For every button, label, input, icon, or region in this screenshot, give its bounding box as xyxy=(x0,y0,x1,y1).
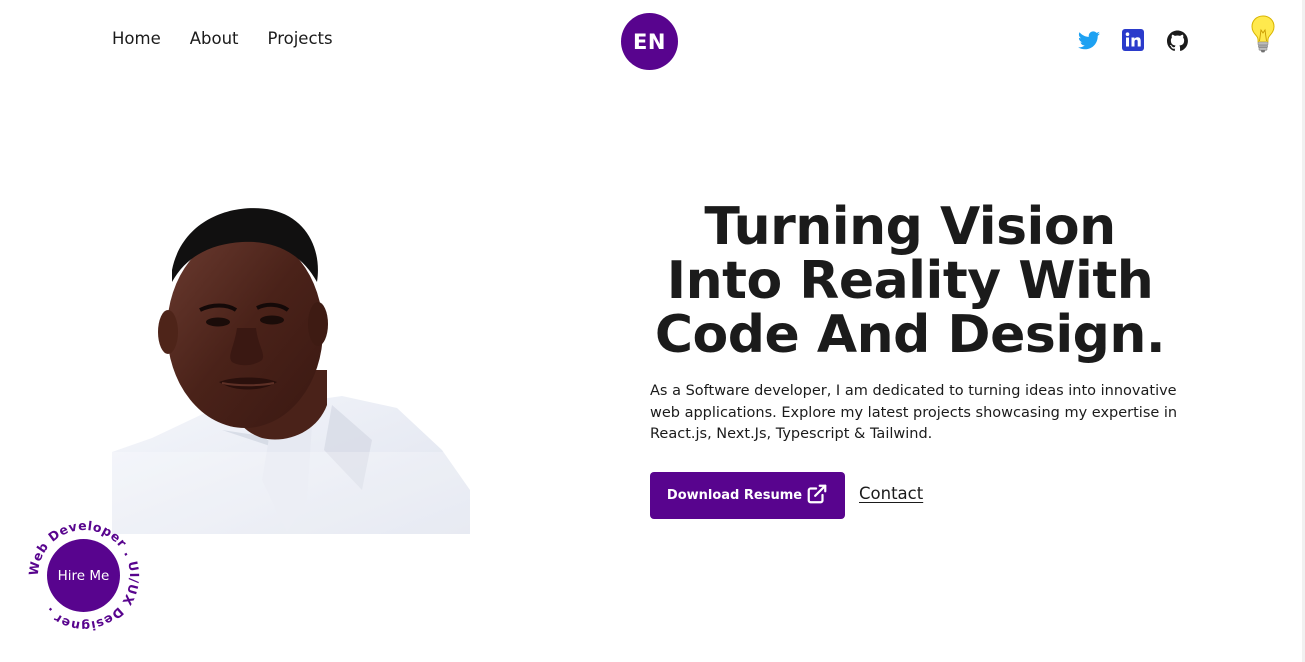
hero-headline-line-2: Into Reality With xyxy=(666,251,1154,311)
nav-projects-link[interactable]: Projects xyxy=(268,28,333,50)
external-link-icon xyxy=(806,483,828,509)
download-resume-label: Download Resume xyxy=(666,488,803,503)
hire-me-button[interactable]: Hire Me xyxy=(47,539,120,612)
hero-headline-line-1: Turning Vision xyxy=(704,197,1116,257)
linkedin-icon[interactable] xyxy=(1122,29,1144,51)
nav-about-link[interactable]: About xyxy=(190,28,239,50)
lightbulb-icon[interactable] xyxy=(1249,14,1277,54)
profile-photo xyxy=(112,200,470,534)
download-resume-button[interactable]: Download Resume xyxy=(650,472,845,519)
hero-description: As a Software developer, I am dedicated … xyxy=(650,383,1178,442)
logo[interactable]: EN xyxy=(621,13,678,70)
social-links xyxy=(1078,29,1188,51)
page: Home About Projects EN Turning Vision In… xyxy=(0,0,1305,662)
github-icon[interactable] xyxy=(1166,29,1188,51)
nav-home-link[interactable]: Home xyxy=(112,28,161,50)
hero-headline-line-3: Code And Design. xyxy=(654,305,1166,365)
contact-link[interactable]: Contact xyxy=(859,484,923,503)
main-nav: Home About Projects xyxy=(112,28,333,50)
hero-headline: Turning Vision Into Reality With Code An… xyxy=(650,200,1170,362)
hire-me-badge: Web Developer . UI/UX Designer . Hire Me xyxy=(26,518,142,634)
twitter-icon[interactable] xyxy=(1078,29,1100,51)
